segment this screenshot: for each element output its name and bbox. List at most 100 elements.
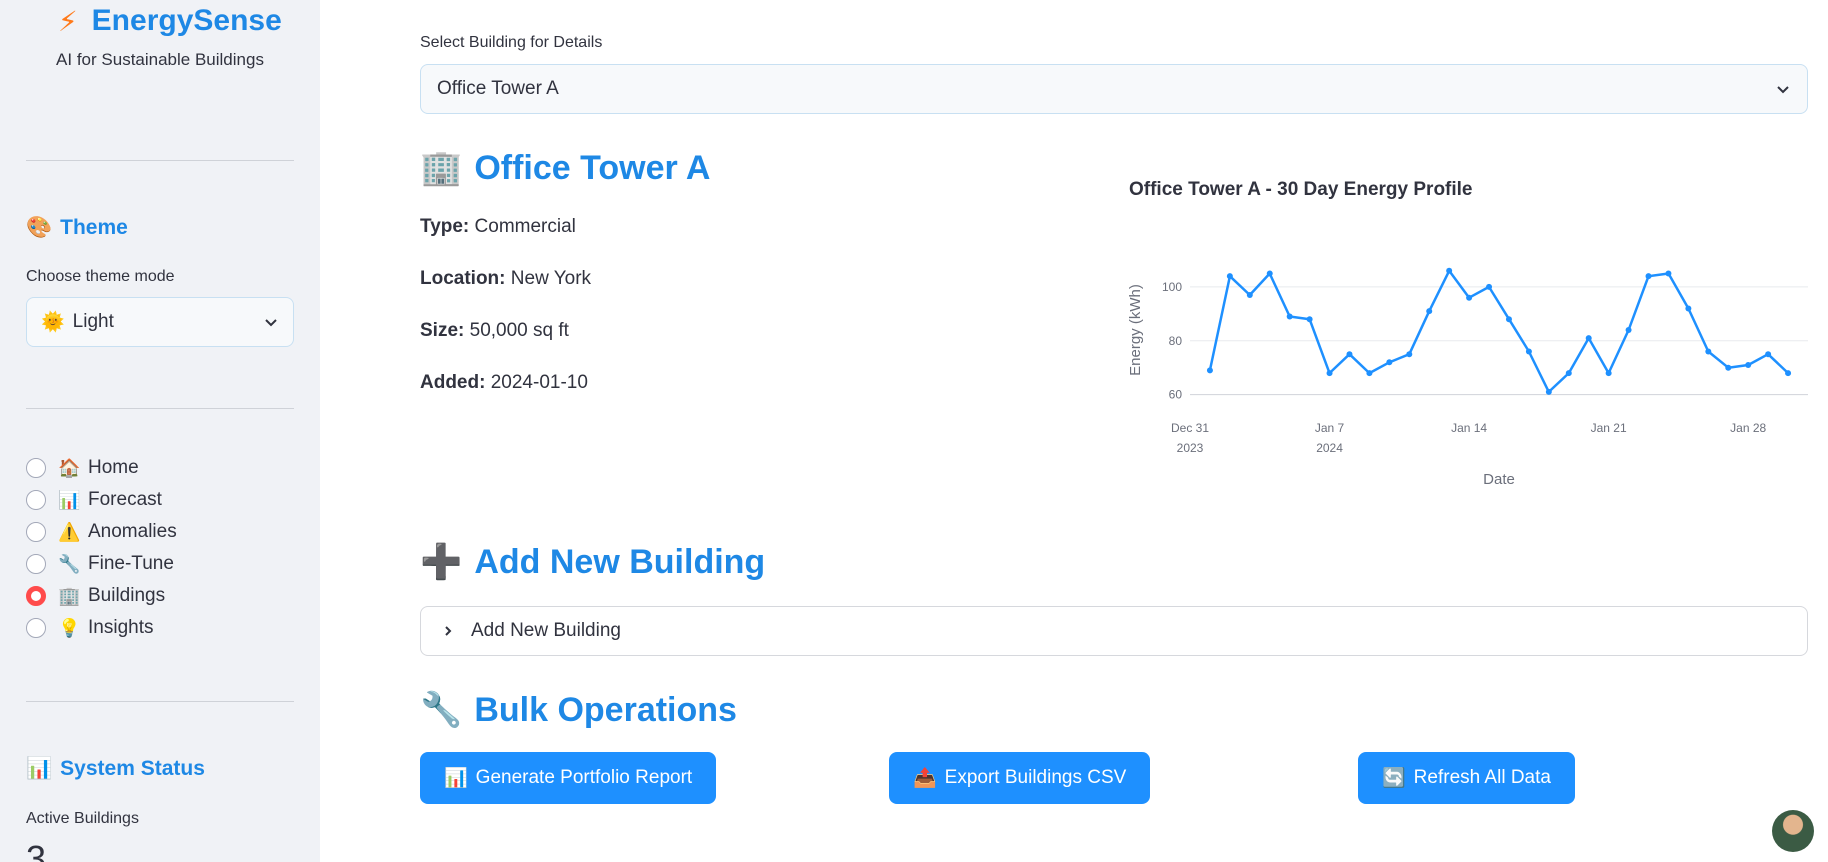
- divider: [26, 408, 294, 409]
- nav-label: Buildings: [88, 585, 166, 606]
- radio-button[interactable]: [26, 458, 46, 478]
- chevron-right-icon: [445, 626, 452, 636]
- x-tick-label: Jan 7: [1315, 421, 1345, 435]
- building-select-value: Office Tower A: [437, 78, 559, 99]
- y-axis-label: Energy (kWh): [1127, 284, 1144, 376]
- radio-button[interactable]: [26, 618, 46, 638]
- data-point: [1525, 348, 1532, 355]
- radio-button[interactable]: [26, 522, 46, 542]
- chart-icon: 📊: [26, 757, 53, 780]
- x-tick-label: Dec 31: [1171, 421, 1209, 435]
- nav-item-insights[interactable]: 💡 Insights: [26, 612, 177, 644]
- nav-item-forecast[interactable]: 📊 Forecast: [26, 484, 177, 516]
- data-point: [1406, 351, 1413, 358]
- outbox-icon: 📤: [913, 768, 937, 789]
- size-value: 50,000 sq ft: [469, 320, 569, 341]
- data-point: [1366, 370, 1373, 377]
- type-value: Commercial: [474, 216, 576, 237]
- data-point: [1246, 292, 1253, 298]
- radio-button[interactable]: [26, 554, 46, 574]
- data-point: [1426, 308, 1433, 315]
- x-tick-label: Jan 14: [1451, 421, 1487, 435]
- export-csv-button[interactable]: 📤 Export Buildings CSV: [889, 752, 1151, 804]
- building-title: 🏢 Office Tower A: [420, 148, 710, 188]
- data-point: [1645, 273, 1652, 280]
- theme-heading-text: Theme: [60, 216, 128, 239]
- data-point: [1665, 270, 1672, 277]
- data-point: [1705, 348, 1712, 355]
- data-point: [1306, 316, 1313, 323]
- data-point: [1266, 270, 1273, 277]
- sun-icon: 🌞: [41, 312, 65, 333]
- user-avatar[interactable]: [1772, 810, 1814, 852]
- generate-report-button[interactable]: 📊 Generate Portfolio Report: [420, 752, 717, 804]
- warning-icon: ⚠️: [58, 521, 81, 542]
- building-select-label: Select Building for Details: [420, 34, 603, 51]
- sidebar: ⚡ EnergySense AI for Sustainable Buildin…: [0, 0, 320, 862]
- added-label: Added:: [420, 372, 486, 393]
- expander-label: Add New Building: [471, 620, 621, 641]
- data-point: [1725, 364, 1732, 371]
- theme-heading: 🎨 Theme: [26, 216, 128, 240]
- add-building-heading: ➕ Add New Building: [420, 542, 765, 582]
- nav-label: Home: [88, 457, 139, 478]
- data-point: [1505, 316, 1512, 323]
- x-axis-label: Date: [1483, 471, 1515, 488]
- building-icon: 🏢: [420, 149, 463, 187]
- chart-icon: 📊: [58, 489, 81, 510]
- nav-item-fine-tune[interactable]: 🔧 Fine-Tune: [26, 548, 177, 580]
- data-point: [1386, 359, 1393, 366]
- divider: [26, 160, 294, 161]
- nav-item-home[interactable]: 🏠 Home: [26, 452, 177, 484]
- nav-item-buildings[interactable]: 🏢 Buildings: [26, 580, 177, 612]
- type-label: Type:: [420, 216, 470, 237]
- radio-button[interactable]: [26, 490, 46, 510]
- add-building-heading-text: Add New Building: [474, 542, 766, 581]
- data-point: [1545, 388, 1552, 395]
- app: ⚡ EnergySense AI for Sustainable Buildin…: [0, 0, 1828, 862]
- bulk-heading-text: Bulk Operations: [474, 690, 737, 729]
- main-content: Select Building for Details Office Tower…: [320, 0, 1828, 862]
- lightbulb-icon: 💡: [58, 617, 81, 638]
- building-location: Location: New York: [420, 268, 591, 290]
- chevron-down-icon: [1777, 86, 1789, 94]
- data-point: [1326, 370, 1333, 377]
- refresh-data-button[interactable]: 🔄 Refresh All Data: [1358, 752, 1575, 804]
- data-point: [1745, 362, 1752, 368]
- data-point: [1565, 370, 1572, 377]
- chart-title: Office Tower A - 30 Day Energy Profile: [1129, 179, 1473, 200]
- added-value: 2024-01-10: [490, 372, 588, 393]
- bulk-operations-heading: 🔧 Bulk Operations: [420, 690, 737, 730]
- data-point: [1785, 370, 1792, 377]
- energy-profile-chart: 60 80 100 Dec 31 2023 Jan 7 2024 Jan 14 Jan 21 Ja…: [1127, 267, 1808, 488]
- theme-value: Light: [72, 311, 114, 332]
- location-label: Location:: [420, 268, 506, 289]
- x-tick-sublabel: 2023: [1177, 441, 1204, 455]
- nav-item-anomalies[interactable]: ⚠️ Anomalies: [26, 516, 177, 548]
- data-point: [1346, 351, 1353, 358]
- data-point: [1286, 313, 1293, 320]
- theme-select[interactable]: 🌞 Light: [26, 297, 294, 347]
- data-point: [1486, 283, 1493, 290]
- theme-label: Choose theme mode: [26, 268, 175, 285]
- data-point: [1466, 294, 1473, 301]
- x-tick-label: Jan 21: [1591, 421, 1627, 435]
- divider: [26, 701, 294, 702]
- building-select[interactable]: Office Tower A: [420, 64, 1808, 114]
- data-point: [1226, 273, 1233, 280]
- add-building-expander[interactable]: Add New Building: [420, 606, 1808, 656]
- nav-radio-group: 🏠 Home 📊 Forecast ⚠️ Anomalies 🔧 Fine-Tu…: [26, 452, 177, 644]
- button-label: Export Buildings CSV: [944, 767, 1127, 788]
- refresh-icon: 🔄: [1382, 768, 1406, 789]
- x-tick-label: Jan 28: [1730, 421, 1766, 435]
- building-title-text: Office Tower A: [474, 148, 711, 187]
- wrench-icon: 🔧: [58, 553, 81, 574]
- building-size: Size: 50,000 sq ft: [420, 320, 569, 342]
- data-point: [1625, 327, 1632, 333]
- brand-name: EnergySense: [91, 4, 282, 37]
- y-tick-label: 60: [1169, 388, 1183, 402]
- data-point: [1206, 367, 1213, 374]
- chevron-down-icon: [265, 319, 277, 327]
- radio-button-selected[interactable]: [26, 586, 46, 606]
- location-value: New York: [510, 268, 592, 289]
